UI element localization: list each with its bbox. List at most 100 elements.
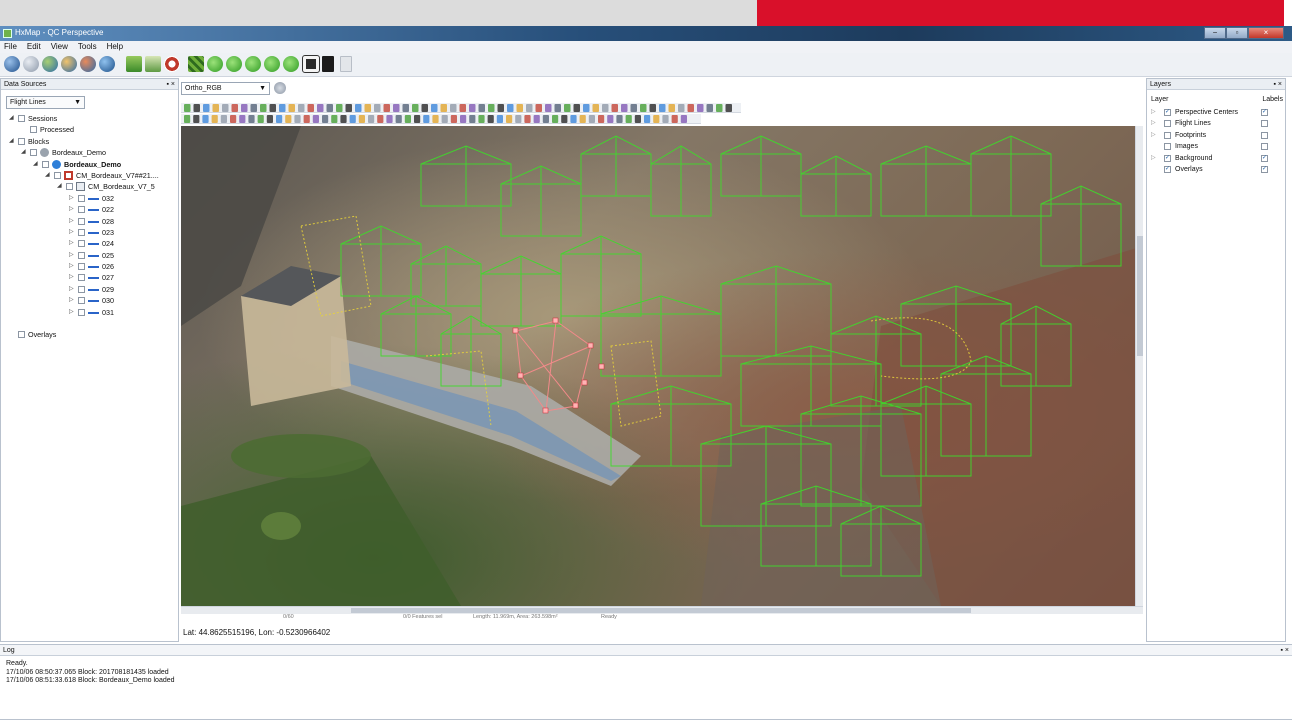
tree-checkbox[interactable] (78, 251, 85, 259)
tree-checkbox[interactable] (78, 194, 85, 202)
expand-icon[interactable]: ▷ (1151, 153, 1156, 164)
tree-row[interactable]: ◢ Bordeaux_Demo (3, 159, 175, 170)
tree-row[interactable]: ▷ 025 (3, 250, 175, 261)
layer-visibility-checkbox[interactable] (1164, 120, 1171, 128)
tree-row[interactable]: ▷ 029 (3, 284, 175, 295)
green-circle-1-icon[interactable] (207, 56, 223, 72)
viewport-horizontal-scroll-thumb[interactable] (351, 608, 971, 613)
menu-file[interactable]: File (4, 41, 17, 53)
globe-green-icon[interactable] (42, 56, 58, 72)
tree-checkbox[interactable] (78, 263, 85, 271)
tree-row[interactable]: ▷ 022 (3, 204, 175, 215)
tree-row[interactable]: ▷ 032 (3, 193, 175, 204)
tree-checkbox[interactable] (78, 240, 85, 248)
layer-labels-checkbox[interactable]: ✓ (1261, 154, 1268, 162)
image-layer-select[interactable]: Ortho_RGB ▼ (181, 82, 270, 95)
tree-checkbox[interactable] (78, 285, 85, 293)
globe-user-icon[interactable] (99, 56, 115, 72)
collapse-icon[interactable]: ◢ (33, 159, 38, 170)
tree-checkbox[interactable] (78, 297, 85, 305)
globe-red-icon[interactable] (80, 56, 96, 72)
expand-icon[interactable]: ▷ (69, 261, 74, 272)
green-circle-5-icon[interactable] (283, 56, 299, 72)
layer-row[interactable]: ✓ Overlays ✓ (1151, 164, 1283, 175)
layer-row[interactable]: ▷ Flight Lines (1151, 118, 1283, 129)
tree-checkbox[interactable] (78, 308, 85, 316)
green-circle-2-icon[interactable] (226, 56, 242, 72)
tree-row[interactable]: ◢ Blocks (3, 136, 175, 147)
layer-labels-checkbox[interactable] (1261, 143, 1268, 151)
tree-checkbox[interactable] (78, 217, 85, 225)
layer-row[interactable]: ▷ ✓ Background ✓ (1151, 153, 1283, 164)
view-toolbar-top-icons[interactable] (181, 103, 741, 113)
expand-icon[interactable]: ▷ (1151, 118, 1156, 129)
tree-checkbox[interactable] (18, 137, 25, 145)
tree-row[interactable]: ▷ 030 (3, 295, 175, 306)
log-controls[interactable]: ▪ × (1280, 645, 1289, 656)
tree-checkbox[interactable] (78, 206, 85, 214)
collapse-icon[interactable]: ◢ (57, 181, 62, 192)
expand-icon[interactable]: ▷ (69, 295, 74, 306)
tree-row[interactable]: ◢ CM_Bordeaux_V7_5 (3, 181, 175, 192)
layer-visibility-checkbox[interactable] (1164, 143, 1171, 151)
tree-row[interactable]: ◢ Bordeaux_Demo (3, 147, 175, 158)
tree-checkbox[interactable] (78, 274, 85, 282)
green-circle-4-icon[interactable] (264, 56, 280, 72)
layer-visibility-checkbox[interactable]: ✓ (1164, 154, 1171, 162)
data-sources-controls[interactable]: ▪ × (166, 79, 175, 90)
menu-tools[interactable]: Tools (78, 41, 97, 53)
collapse-icon[interactable]: ◢ (9, 136, 14, 147)
aerial-image-viewport[interactable] (181, 126, 1143, 606)
menu-help[interactable]: Help (107, 41, 123, 53)
tree-checkbox[interactable] (42, 160, 49, 168)
maximize-button[interactable]: ▫ (1226, 27, 1248, 39)
layer-labels-checkbox[interactable] (1261, 120, 1268, 128)
expand-icon[interactable]: ▷ (69, 272, 74, 283)
tree-row[interactable]: ◢ Sessions (3, 113, 175, 124)
green-circle-3-icon[interactable] (245, 56, 261, 72)
photo-frame-icon[interactable] (302, 55, 320, 73)
tree-row[interactable]: Processed (3, 124, 175, 135)
tree-row[interactable]: ▷ 024 (3, 238, 175, 249)
tree-row[interactable]: ▷ 023 (3, 227, 175, 238)
tree-checkbox[interactable] (18, 331, 25, 339)
expand-icon[interactable]: ▷ (69, 238, 74, 249)
folder-green-icon[interactable] (126, 56, 142, 72)
minimize-button[interactable]: − (1204, 27, 1226, 39)
layer-labels-checkbox[interactable] (1261, 131, 1268, 139)
expand-icon[interactable]: ▷ (69, 204, 74, 215)
refresh-icon[interactable] (274, 82, 286, 94)
document-dark-icon[interactable] (322, 56, 334, 72)
tree-row[interactable]: Overlays (3, 329, 175, 340)
tree-checkbox[interactable] (18, 115, 25, 122)
expand-icon[interactable]: ▷ (69, 307, 74, 318)
tree-checkbox[interactable] (30, 149, 37, 157)
flight-lines-dropdown[interactable]: Flight Lines ▼ (6, 96, 85, 109)
tree-row[interactable]: ▷ 031 (3, 307, 175, 318)
collapse-icon[interactable]: ◢ (45, 170, 50, 181)
viewport-vertical-scrollbar[interactable] (1135, 126, 1143, 606)
expand-icon[interactable]: ▷ (69, 216, 74, 227)
expand-icon[interactable]: ▷ (69, 284, 74, 295)
target-icon[interactable] (164, 56, 180, 72)
tree-checkbox[interactable] (54, 171, 61, 179)
layer-labels-checkbox[interactable]: ✓ (1261, 109, 1268, 116)
globe-grey-icon[interactable] (23, 56, 39, 72)
tree-row[interactable]: ▷ 028 (3, 216, 175, 227)
tree-checkbox[interactable] (78, 228, 85, 236)
layers-controls[interactable]: ▪ × (1273, 79, 1282, 90)
tree-row[interactable]: ◢ CM_Bordeaux_V7##21.... (3, 170, 175, 181)
layer-visibility-checkbox[interactable]: ✓ (1164, 109, 1171, 116)
document-disabled-icon[interactable] (340, 56, 352, 72)
viewport-vertical-scroll-thumb[interactable] (1137, 236, 1143, 356)
expand-icon[interactable]: ▷ (69, 193, 74, 204)
close-button[interactable]: × (1248, 27, 1284, 39)
image-edit-icon[interactable] (145, 56, 161, 72)
layer-row[interactable]: ▷ ✓ Perspective Centers ✓ (1151, 107, 1283, 118)
globe-blue-icon[interactable] (4, 56, 20, 72)
expand-icon[interactable]: ▷ (69, 250, 74, 261)
tree-row[interactable] (3, 318, 175, 329)
globe-orange-icon[interactable] (61, 56, 77, 72)
tree-checkbox[interactable] (66, 183, 73, 191)
tiles-icon[interactable] (188, 56, 204, 72)
